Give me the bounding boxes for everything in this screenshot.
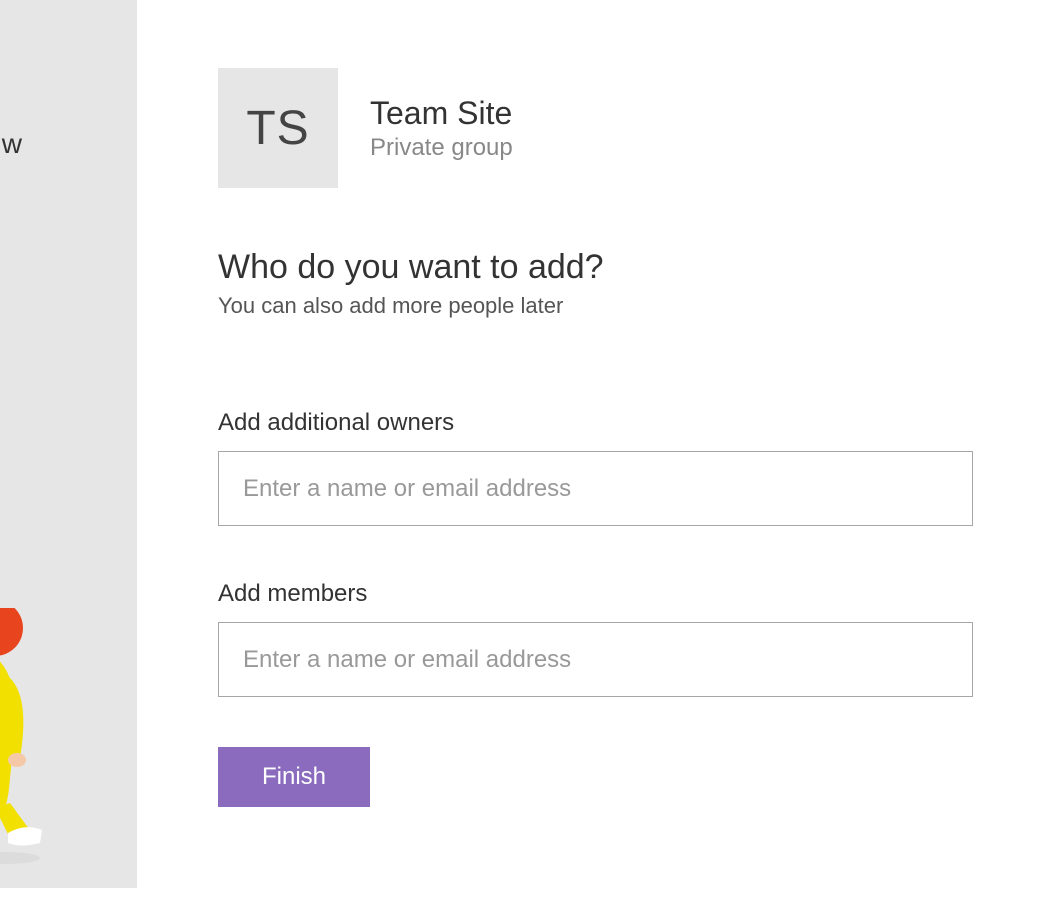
main-panel: TS Team Site Private group Who do you wa…: [218, 68, 973, 807]
owners-input[interactable]: [218, 451, 973, 526]
site-header: TS Team Site Private group: [218, 68, 973, 188]
site-title-block: Team Site Private group: [370, 95, 513, 162]
site-title: Team Site: [370, 95, 513, 132]
site-subtitle: Private group: [370, 134, 513, 162]
sidebar-partial-text: w: [2, 128, 22, 160]
members-input[interactable]: [218, 622, 973, 697]
finish-button[interactable]: Finish: [218, 747, 370, 807]
members-label: Add members: [218, 580, 973, 608]
person-illustration: [0, 608, 70, 868]
owners-label: Add additional owners: [218, 409, 973, 437]
prompt-heading: Who do you want to add?: [218, 248, 973, 287]
sidebar: w: [0, 0, 137, 888]
prompt-subheading: You can also add more people later: [218, 293, 973, 319]
site-logo: TS: [218, 68, 338, 188]
